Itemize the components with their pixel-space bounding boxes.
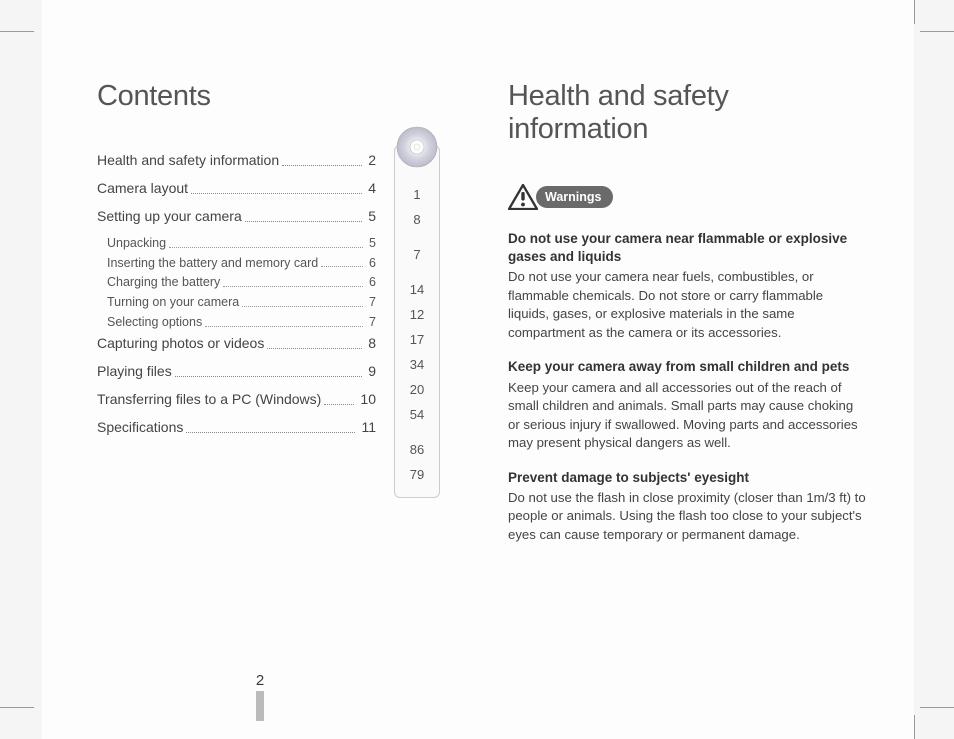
toc-leader-dots: [191, 193, 362, 194]
warning-section-heading: Do not use your camera near flammable or…: [508, 230, 866, 266]
toc-page-number: 9: [365, 362, 376, 381]
toc-label: Camera layout: [97, 179, 188, 198]
cd-page-number: [395, 427, 439, 437]
toc-leader-dots: [175, 376, 363, 377]
toc-label: Unpacking: [107, 235, 166, 252]
toc-label: Setting up your camera: [97, 207, 242, 226]
warning-section-heading: Prevent damage to subjects' eyesight: [508, 469, 866, 487]
page-number: 2: [256, 672, 264, 689]
toc-entry: Playing files 9: [97, 362, 376, 381]
warning-section-heading: Keep your camera away from small childre…: [508, 358, 866, 376]
toc-page-number: 6: [366, 274, 376, 291]
toc-label: Specifications: [97, 418, 183, 437]
warnings-badge: Warnings: [508, 184, 866, 210]
toc-leader-dots: [169, 247, 363, 248]
warning-sections: Do not use your camera near flammable or…: [508, 230, 866, 544]
toc-label: Inserting the battery and memory card: [107, 255, 318, 272]
toc-entry: Capturing photos or videos 8: [97, 334, 376, 353]
cd-page-number: 86: [395, 437, 439, 462]
toc-leader-dots: [223, 286, 363, 287]
toc-leader-dots: [282, 165, 362, 166]
toc-entry: Unpacking 5: [97, 235, 376, 252]
toc-page-number: 4: [365, 179, 376, 198]
toc-entry: Inserting the battery and memory card 6: [97, 255, 376, 272]
toc-page-number: 2: [365, 151, 376, 170]
toc-leader-dots: [324, 404, 354, 405]
warning-triangle-icon: [508, 184, 538, 210]
warning-section-body: Do not use the flash in close proximity …: [508, 489, 866, 544]
cd-page-number: [395, 267, 439, 277]
toc-entry: Specifications 11: [97, 418, 376, 437]
health-safety-heading: Health and safety information: [508, 80, 866, 146]
toc-leader-dots: [267, 348, 362, 349]
cd-page-number: 12: [395, 302, 439, 327]
cd-page-number: 8: [395, 207, 439, 232]
toc-page-number: 5: [366, 235, 376, 252]
toc-label: Selecting options: [107, 314, 202, 331]
warnings-label: Warnings: [536, 186, 613, 208]
toc-label: Transferring files to a PC (Windows): [97, 390, 321, 409]
page-number-bar: [256, 691, 264, 721]
toc-entry: Turning on your camera 7: [97, 294, 376, 311]
toc-entry: Setting up your camera 5: [97, 207, 376, 226]
cd-page-number: 7: [395, 242, 439, 267]
left-page: Contents Health and safety information 2 C…: [42, 0, 478, 739]
right-page: Health and safety information Warnings D…: [478, 0, 914, 739]
toc-label: Capturing photos or videos: [97, 334, 264, 353]
cd-page-reference-box: 18 7 141217342054 8679: [394, 145, 440, 498]
toc-page-number: 8: [365, 334, 376, 353]
toc-leader-dots: [242, 306, 363, 307]
cd-page-number: 79: [395, 462, 439, 481]
warning-section-body: Do not use your camera near fuels, combu…: [508, 268, 866, 342]
contents-heading: Contents: [97, 80, 440, 113]
toc-label: Turning on your camera: [107, 294, 239, 311]
cd-page-number: 54: [395, 402, 439, 427]
cd-page-number: 1: [395, 182, 439, 207]
toc-page-number: 11: [358, 418, 376, 437]
toc-label: Health and safety information: [97, 151, 279, 170]
toc-entry: Charging the battery 6: [97, 274, 376, 291]
manual-spread: Contents Health and safety information 2 C…: [42, 0, 914, 739]
toc-entry: Selecting options 7: [97, 314, 376, 331]
table-of-contents: Health and safety information 2 Camera lay…: [97, 151, 394, 498]
toc-page-number: 10: [357, 390, 376, 409]
toc-page-number: 7: [366, 294, 376, 311]
toc-page-number: 7: [366, 314, 376, 331]
cd-page-number: 14: [395, 277, 439, 302]
cd-page-number: 17: [395, 327, 439, 352]
toc-label: Playing files: [97, 362, 172, 381]
toc-page-number: 5: [365, 207, 376, 226]
cd-page-number: 34: [395, 352, 439, 377]
toc-leader-dots: [205, 326, 363, 327]
toc-entry: Camera layout 4: [97, 179, 376, 198]
toc-leader-dots: [245, 221, 362, 222]
warning-section-body: Keep your camera and all accessories out…: [508, 379, 866, 453]
toc-entry: Transferring files to a PC (Windows) 10: [97, 390, 376, 409]
toc-page-number: 6: [366, 255, 376, 272]
toc-label: Charging the battery: [107, 274, 220, 291]
cd-page-number: [395, 232, 439, 242]
toc-leader-dots: [321, 266, 363, 267]
cd-page-number: 20: [395, 377, 439, 402]
toc-entry: Health and safety information 2: [97, 151, 376, 170]
toc-leader-dots: [186, 432, 355, 433]
cd-disc-icon: [396, 126, 438, 168]
